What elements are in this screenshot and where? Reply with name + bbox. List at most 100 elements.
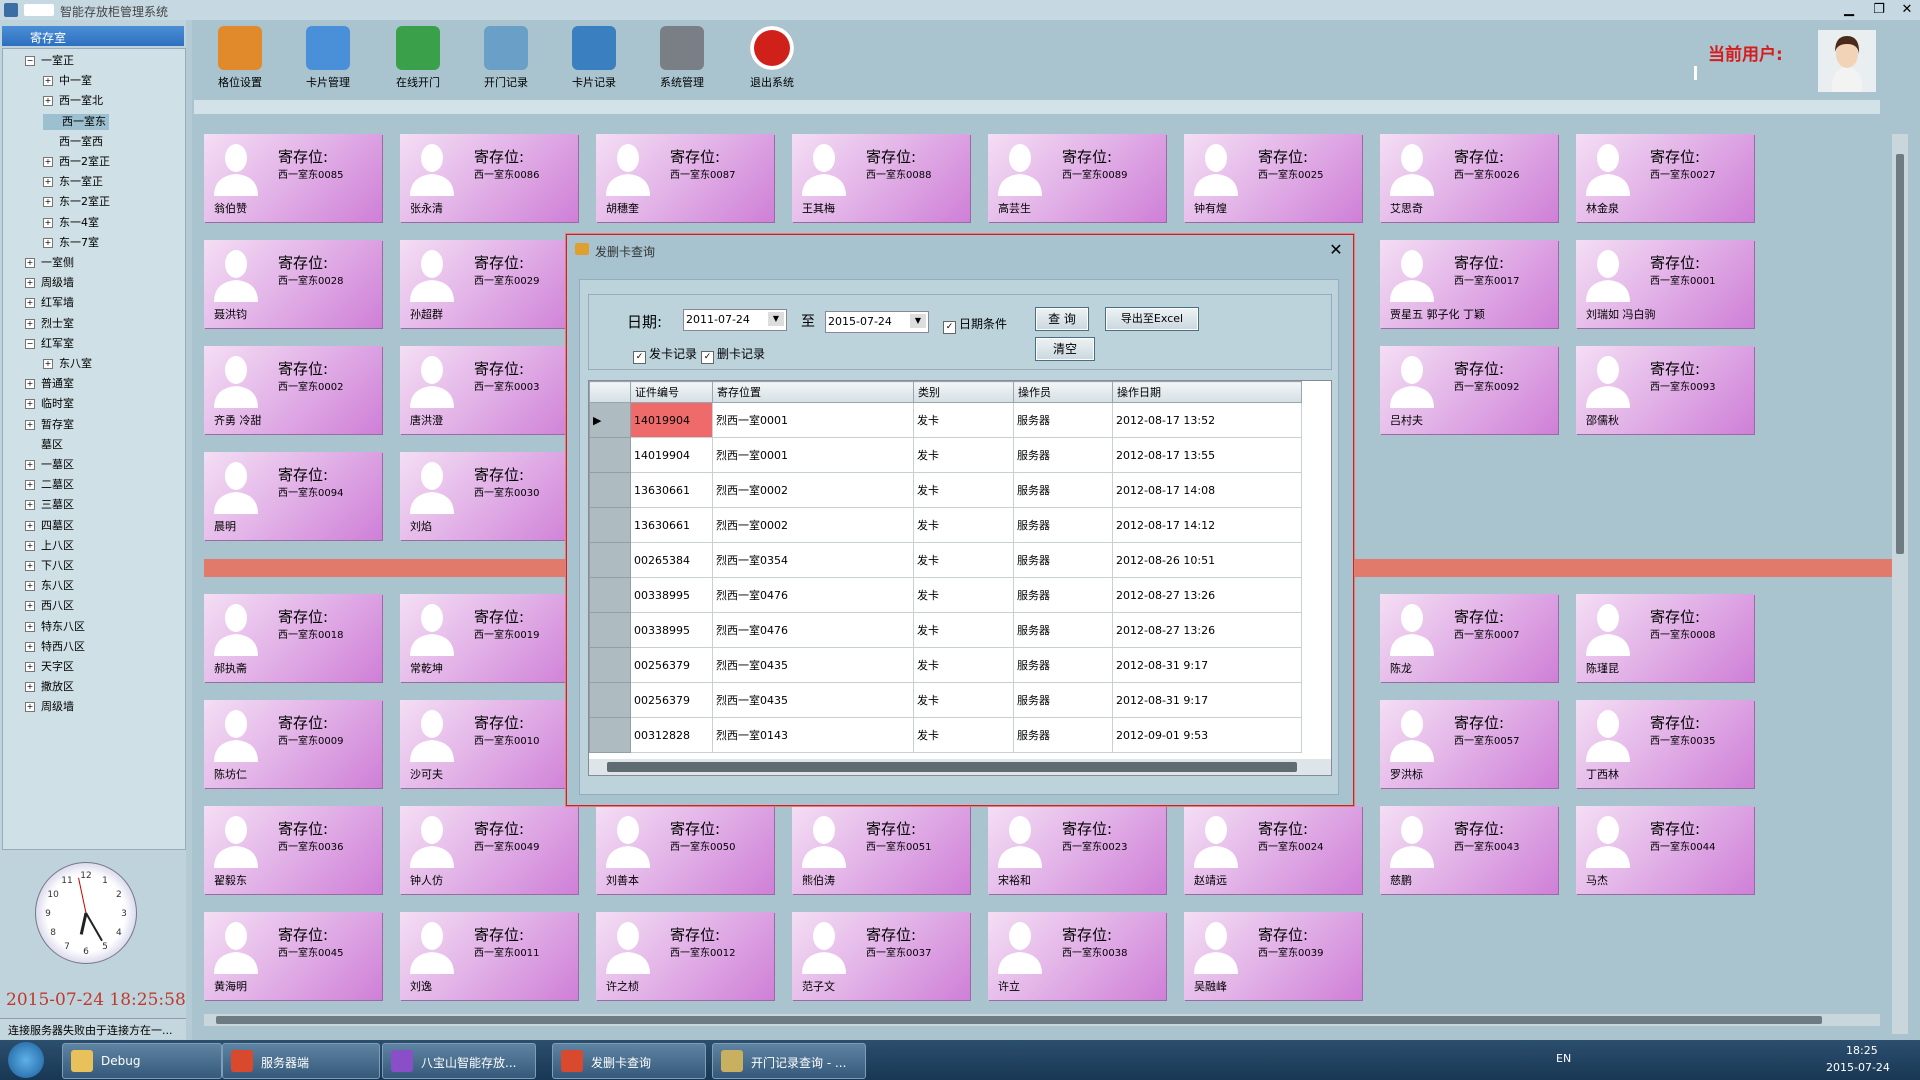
issue-records-checkbox[interactable]: ✓ 发卡记录 bbox=[633, 345, 697, 364]
table-cell[interactable]: 00256379 bbox=[630, 647, 713, 683]
tree-node[interactable]: + 上八区 bbox=[25, 538, 74, 554]
storage-cell[interactable]: 寄存位: 西一室东0012 许之桢 bbox=[596, 912, 774, 1000]
row-header[interactable] bbox=[589, 682, 631, 718]
toolbar-button[interactable]: 卡片管理 bbox=[288, 26, 368, 100]
storage-cell[interactable]: 寄存位: 西一室东0088 王其梅 bbox=[792, 134, 970, 222]
expand-icon[interactable]: + bbox=[43, 157, 53, 167]
taskbar-item[interactable]: 开门记录查询 - ... bbox=[712, 1043, 866, 1079]
expand-icon[interactable]: + bbox=[25, 379, 35, 390]
tree-header[interactable]: 寄存室 bbox=[2, 26, 184, 46]
table-cell[interactable]: 烈西一室0435 bbox=[712, 682, 914, 718]
table-cell[interactable]: 13630661 bbox=[630, 507, 713, 543]
table-cell[interactable]: 服务器 bbox=[1013, 717, 1113, 753]
tree-node[interactable]: − 红军室 bbox=[25, 336, 74, 352]
storage-cell[interactable]: 寄存位: 西一室东0026 艾思奇 bbox=[1380, 134, 1558, 222]
expand-icon[interactable]: + bbox=[43, 237, 53, 248]
tree-node[interactable]: + 东八室 bbox=[43, 356, 92, 372]
tree-node[interactable]: + 特东八区 bbox=[25, 619, 85, 635]
table-cell[interactable]: 发卡 bbox=[913, 542, 1014, 578]
row-header[interactable] bbox=[589, 472, 631, 508]
expand-icon[interactable]: + bbox=[43, 76, 53, 87]
table-cell[interactable]: 2012-08-31 9:17 bbox=[1112, 647, 1302, 683]
table-cell[interactable]: 00256379 bbox=[630, 682, 713, 718]
table-cell[interactable]: 13630661 bbox=[630, 472, 713, 508]
storage-cell[interactable]: 寄存位: 西一室东0019 常乾坤 bbox=[400, 594, 578, 682]
tree-node[interactable]: + 下八区 bbox=[25, 558, 74, 574]
expand-icon[interactable]: + bbox=[25, 480, 35, 491]
table-cell[interactable]: 2012-08-27 13:26 bbox=[1112, 612, 1302, 648]
table-cell[interactable]: 00338995 bbox=[630, 612, 713, 648]
expand-icon[interactable]: + bbox=[25, 581, 35, 592]
tree-node[interactable]: + 临时室 bbox=[25, 396, 74, 412]
storage-cell[interactable]: 寄存位: 西一室东0023 宋裕和 bbox=[988, 806, 1166, 894]
table-cell[interactable]: 烈西一室0435 bbox=[712, 647, 914, 683]
row-header[interactable] bbox=[589, 542, 631, 578]
expand-icon[interactable]: + bbox=[25, 621, 35, 632]
table-row[interactable]: 00256379 烈西一室0435 发卡 服务器 2012-08-31 9:17 bbox=[589, 682, 1302, 718]
dialog-close-button[interactable]: ✕ bbox=[1327, 241, 1345, 259]
tree-node[interactable]: + 一室侧 bbox=[25, 255, 74, 271]
storage-cell[interactable]: 寄存位: 西一室东0039 吴融峰 bbox=[1184, 912, 1362, 1000]
expand-icon[interactable]: + bbox=[25, 278, 35, 289]
storage-cell[interactable]: 寄存位: 西一室东0037 范子文 bbox=[792, 912, 970, 1000]
table-cell[interactable]: 2012-08-17 13:55 bbox=[1112, 437, 1302, 473]
delete-records-checkbox[interactable]: ✓ 删卡记录 bbox=[701, 345, 765, 364]
tree-node[interactable]: + 周级墙 bbox=[25, 699, 74, 715]
expand-icon[interactable]: + bbox=[25, 540, 35, 551]
table-cell[interactable]: 服务器 bbox=[1013, 612, 1113, 648]
expand-icon[interactable]: + bbox=[43, 197, 53, 208]
storage-cell[interactable]: 寄存位: 西一室东0010 沙可夫 bbox=[400, 700, 578, 788]
storage-cell[interactable]: 寄存位: 西一室东0045 黄海明 bbox=[204, 912, 382, 1000]
tree-node[interactable]: − 一室正 bbox=[25, 53, 74, 69]
expand-icon[interactable]: + bbox=[43, 359, 53, 369]
taskbar-item[interactable]: 发删卡查询 bbox=[552, 1043, 706, 1079]
tree-node[interactable]: + 西一室北 bbox=[43, 93, 103, 109]
table-cell[interactable]: 服务器 bbox=[1013, 507, 1113, 543]
scroll-thumb[interactable] bbox=[607, 762, 1297, 772]
expand-icon[interactable]: + bbox=[25, 500, 35, 511]
date-to-picker[interactable]: 2015-07-24 ▼ bbox=[825, 311, 929, 333]
toolbar-button[interactable]: 在线开门 bbox=[378, 26, 458, 100]
records-grid[interactable]: 证件编号 寄存位置 类别 操作员 操作日期 ▶ 14019904 烈西一室0001 发… bbox=[588, 380, 1332, 776]
grid-horizontal-scrollbar[interactable] bbox=[589, 759, 1331, 775]
tree-node[interactable]: + 东八区 bbox=[25, 578, 74, 594]
tree-node[interactable]: + 西八区 bbox=[25, 598, 74, 614]
expand-icon[interactable]: + bbox=[25, 399, 35, 410]
toolbar-button[interactable]: 开门记录 bbox=[466, 26, 546, 100]
column-header[interactable]: 类别 bbox=[913, 381, 1014, 403]
expand-icon[interactable]: + bbox=[25, 641, 35, 652]
tree-node[interactable]: + 撒放区 bbox=[25, 679, 74, 695]
storage-cell[interactable]: 寄存位: 西一室东0087 胡穗奎 bbox=[596, 134, 774, 222]
table-cell[interactable]: 烈西一室0001 bbox=[712, 402, 914, 438]
expand-icon[interactable]: + bbox=[25, 318, 35, 329]
table-row[interactable]: 00338995 烈西一室0476 发卡 服务器 2012-08-27 13:26 bbox=[589, 577, 1302, 613]
table-cell[interactable]: 烈西一室0002 bbox=[712, 472, 914, 508]
table-row[interactable]: 00338995 烈西一室0476 发卡 服务器 2012-08-27 13:26 bbox=[589, 612, 1302, 648]
table-cell[interactable]: 发卡 bbox=[913, 647, 1014, 683]
table-cell[interactable]: 2012-08-17 14:08 bbox=[1112, 472, 1302, 508]
table-cell[interactable]: 2012-09-01 9:53 bbox=[1112, 717, 1302, 753]
tree-node[interactable]: + 普通室 bbox=[25, 376, 74, 392]
expand-icon[interactable]: + bbox=[25, 682, 35, 693]
expand-icon[interactable]: + bbox=[43, 96, 53, 107]
table-row[interactable]: 00265384 烈西一室0354 发卡 服务器 2012-08-26 10:51 bbox=[589, 542, 1302, 578]
toolbar-button[interactable]: 格位设置 bbox=[200, 26, 280, 100]
storage-cell[interactable]: 寄存位: 西一室东0029 孙超群 bbox=[400, 240, 578, 328]
tree-node[interactable]: + 天字区 bbox=[25, 659, 74, 675]
storage-cell[interactable]: 寄存位: 西一室东0036 翟毅东 bbox=[204, 806, 382, 894]
storage-cell[interactable]: 寄存位: 西一室东0092 吕村夫 bbox=[1380, 346, 1558, 434]
expand-icon[interactable]: + bbox=[25, 298, 35, 309]
expand-icon[interactable]: + bbox=[43, 217, 53, 228]
taskbar-item[interactable]: 八宝山智能存放... bbox=[382, 1043, 536, 1079]
calendar-dropdown-icon[interactable]: ▼ bbox=[910, 314, 926, 328]
tree-node[interactable]: + 西一2室正 bbox=[43, 154, 110, 170]
tree-node[interactable]: + 特西八区 bbox=[25, 639, 85, 655]
row-header[interactable] bbox=[589, 717, 631, 753]
table-cell[interactable]: 烈西一室0143 bbox=[712, 717, 914, 753]
storage-cell[interactable]: 寄存位: 西一室东0050 刘善本 bbox=[596, 806, 774, 894]
expand-icon[interactable]: + bbox=[25, 702, 35, 713]
table-row[interactable]: 14019904 烈西一室0001 发卡 服务器 2012-08-17 13:55 bbox=[589, 437, 1302, 473]
calendar-dropdown-icon[interactable]: ▼ bbox=[768, 312, 784, 326]
table-row[interactable]: 00256379 烈西一室0435 发卡 服务器 2012-08-31 9:17 bbox=[589, 647, 1302, 683]
table-row[interactable]: 13630661 烈西一室0002 发卡 服务器 2012-08-17 14:08 bbox=[589, 472, 1302, 508]
